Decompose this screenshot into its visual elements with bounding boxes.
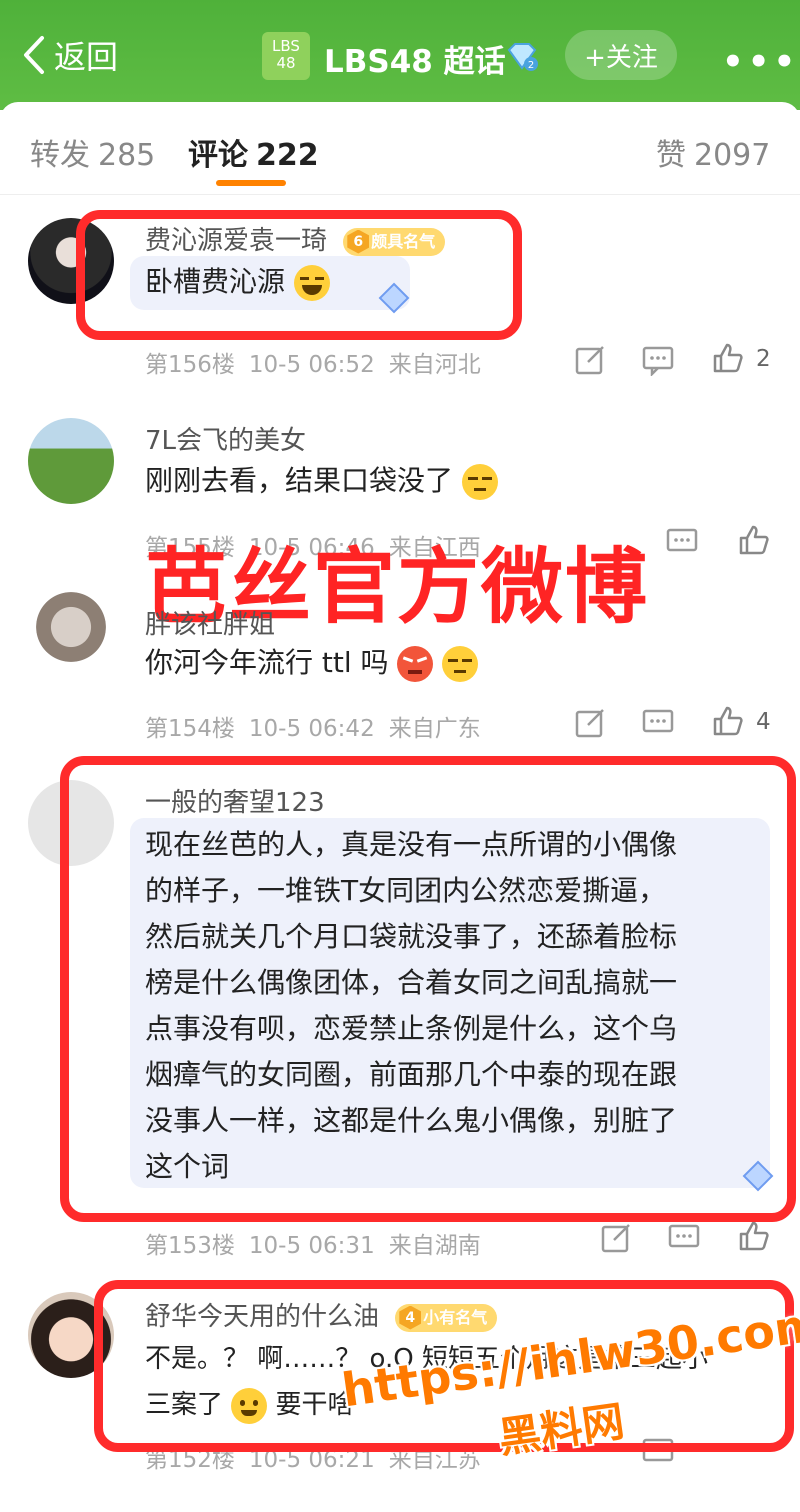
floor-number: 第154楼 <box>145 716 235 742</box>
comment-meta: 第153楼 10-5 06:31 来自湖南 <box>145 1226 495 1260</box>
timestamp: 10-5 06:42 <box>248 716 375 742</box>
like-count: 4 <box>756 709 771 735</box>
floor-number: 第156楼 <box>145 352 235 378</box>
reply-icon[interactable] <box>666 526 698 558</box>
reply-icon[interactable] <box>642 344 674 378</box>
tab-reposts-label: 转发 <box>30 138 90 173</box>
chevron-left-icon <box>24 36 44 74</box>
comment-username[interactable]: 胖该社胖姐 <box>145 604 275 641</box>
comment-meta: 第154楼 10-5 06:42 来自广东 <box>145 709 495 743</box>
like-count: 2 <box>756 346 771 372</box>
reply-icon[interactable] <box>642 707 674 739</box>
timestamp: 10-5 06:31 <box>248 1233 375 1259</box>
highlight-box <box>60 756 796 1222</box>
share-icon[interactable] <box>574 344 606 376</box>
like-icon[interactable] <box>738 524 770 556</box>
comment-text-body: 你河今年流行 ttl 吗 <box>145 646 389 679</box>
diamond-level-icon: 2 <box>507 43 538 71</box>
smirk-emoji-icon <box>461 464 498 500</box>
comment-text: 你河今年流行 ttl 吗 <box>145 640 479 686</box>
tab-comments-label: 评论 <box>188 138 248 173</box>
share-icon[interactable] <box>600 1222 632 1254</box>
avatar[interactable] <box>36 592 106 662</box>
location: 来自湖南 <box>388 1233 481 1259</box>
logo-text-bottom: 48 <box>276 54 296 72</box>
top-bar: 返回 LBS 48 LBS48 超话 2 +关注 ••• <box>0 0 800 110</box>
follow-button[interactable]: +关注 <box>565 30 677 80</box>
like-icon[interactable] <box>738 1220 770 1252</box>
angry-emoji-icon <box>397 646 434 682</box>
page-title: LBS48 超话 <box>324 44 506 80</box>
tab-likes-count: 2097 <box>694 138 771 173</box>
tab-comments-count: 222 <box>256 138 319 173</box>
smirk-emoji-icon <box>442 646 479 682</box>
avatar[interactable] <box>28 418 114 504</box>
comment-username[interactable]: 7L会飞的美女 <box>145 420 306 457</box>
like-icon[interactable] <box>712 705 744 737</box>
supertopic-logo: LBS 48 <box>262 32 310 80</box>
active-tab-indicator <box>216 180 286 186</box>
floor-number: 第153楼 <box>145 1233 235 1259</box>
tab-bar: 转发 285 评论 222 赞 2097 <box>0 108 800 195</box>
highlight-box <box>76 210 522 340</box>
comment-text-body: 刚刚去看，结果口袋没了 <box>145 464 454 497</box>
back-button[interactable]: 返回 <box>20 30 118 80</box>
like-icon[interactable] <box>712 342 744 374</box>
location: 来自广东 <box>388 716 481 742</box>
tab-likes[interactable]: 赞 2097 <box>656 130 770 174</box>
tab-reposts-count: 285 <box>98 138 156 173</box>
tab-likes-label: 赞 <box>656 138 686 173</box>
reply-icon[interactable] <box>668 1222 700 1254</box>
svg-text:2: 2 <box>528 60 534 71</box>
comment-text: 刚刚去看，结果口袋没了 <box>145 458 498 504</box>
timestamp: 10-5 06:52 <box>248 352 375 378</box>
tab-reposts[interactable]: 转发 285 <box>30 130 155 174</box>
logo-text-top: LBS <box>272 37 300 55</box>
tab-comments[interactable]: 评论 222 <box>188 130 319 174</box>
comment-meta: 第156楼 10-5 06:52 来自河北 <box>145 345 495 379</box>
back-label: 返回 <box>54 38 119 76</box>
location: 来自河北 <box>388 352 481 378</box>
more-menu-icon[interactable]: ••• <box>722 42 799 82</box>
share-icon[interactable] <box>574 707 606 739</box>
